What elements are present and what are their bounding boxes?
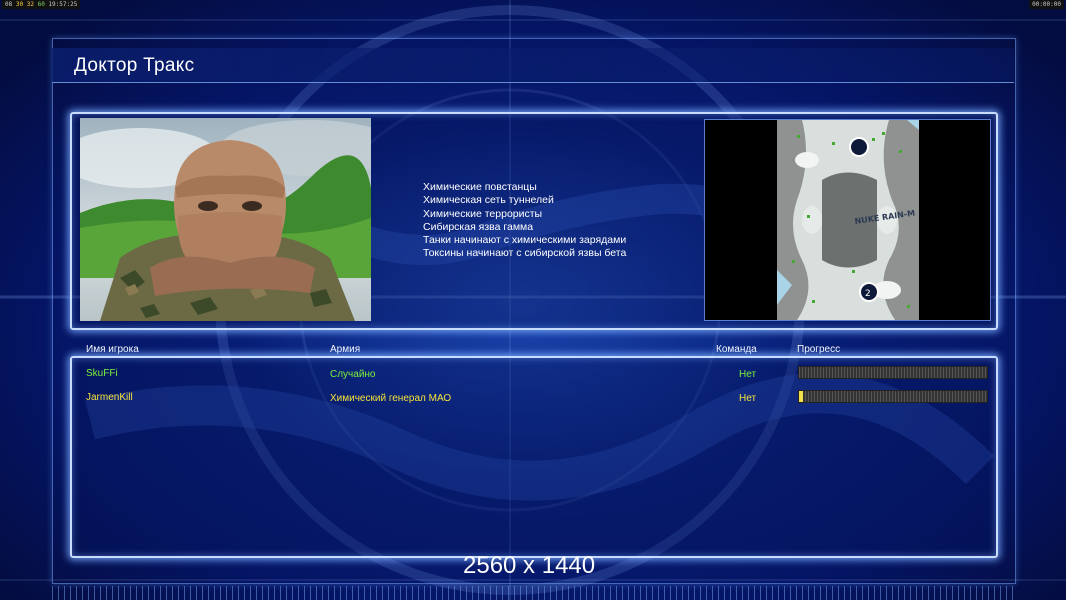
fps-overlay: 08 30 32 60 19:57:25 xyxy=(2,0,81,9)
header-progress: Прогресс xyxy=(797,344,841,355)
players-panel xyxy=(70,356,998,558)
player-team: Нет xyxy=(739,369,757,380)
general-info-list: Химические повстанцы Химическая сеть тун… xyxy=(423,181,626,261)
hud-value: 08 xyxy=(5,1,13,8)
minimap: NUKE RAIN-M 1 2 xyxy=(777,120,919,320)
player-name: SkuFFi xyxy=(86,368,118,379)
general-name: Доктор Тракс xyxy=(74,55,195,76)
info-line: Химические террористы xyxy=(423,207,543,220)
resolution-label: 2560 x 1440 xyxy=(463,552,596,579)
info-line: Химические повстанцы xyxy=(423,181,537,193)
progress-fill xyxy=(799,391,803,402)
bottom-tick-strip xyxy=(52,586,1014,600)
timer-overlay: 00:00:00 xyxy=(1029,0,1064,9)
player-progress-bar xyxy=(798,390,988,403)
player-army: Химический генерал МАО xyxy=(330,393,452,404)
player-army: Случайно xyxy=(330,369,376,380)
player-team: Нет xyxy=(739,393,757,404)
header-army: Армия xyxy=(330,344,361,355)
info-line: Токсины начинают с сибирской язвы бета xyxy=(423,247,627,260)
hud-value: 32 xyxy=(26,1,34,8)
start-marker-2: 2 xyxy=(865,289,871,299)
info-line: Танки начинают с химическими зарядами xyxy=(423,234,627,247)
info-line: Сибирская язва гамма xyxy=(423,220,534,233)
start-marker-1: 1 xyxy=(855,144,861,154)
header-team: Команда xyxy=(716,344,757,355)
player-progress-bar xyxy=(798,366,988,379)
title-bar xyxy=(52,48,1014,83)
hud-value: 30 xyxy=(15,1,24,8)
hud-value: 60 xyxy=(37,1,45,8)
header-player: Имя игрока xyxy=(86,344,139,355)
map-preview: NUKE RAIN-M 1 2 xyxy=(704,119,991,321)
info-line: Химическая сеть туннелей xyxy=(423,194,554,207)
general-portrait xyxy=(80,118,371,321)
hud-clock: 19:57:25 xyxy=(48,1,78,8)
player-name: JarmenKill xyxy=(86,392,133,403)
